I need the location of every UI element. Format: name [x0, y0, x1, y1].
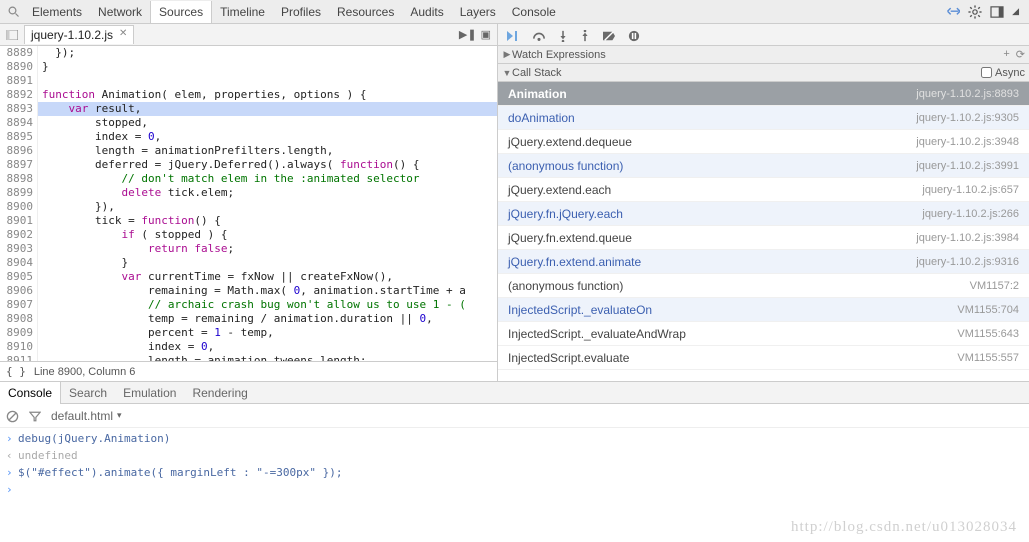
tab-layers[interactable]: Layers [452, 1, 504, 23]
call-stack-frame[interactable]: InjectedScript.evaluateVM1155:557 [498, 346, 1029, 370]
call-stack-frame[interactable]: InjectedScript._evaluateOnVM1155:704 [498, 298, 1029, 322]
debug-pane: ▶ Watch Expressions + ⟳ ▼ Call Stack Asy… [498, 24, 1029, 381]
debug-toolbar [498, 24, 1029, 46]
tab-network[interactable]: Network [90, 1, 150, 23]
async-checkbox[interactable] [981, 67, 992, 78]
expand-icon: ▶ [502, 49, 512, 60]
console-output[interactable]: ›debug(jQuery.Animation)‹undefined›$("#e… [0, 428, 1029, 500]
watch-expressions-header[interactable]: ▶ Watch Expressions + ⟳ [498, 46, 1029, 64]
drawer-tab-console[interactable]: Console [0, 382, 61, 404]
tab-sources[interactable]: Sources [150, 1, 212, 23]
clear-console-icon[interactable] [6, 408, 19, 422]
add-watch-icon[interactable]: + [1003, 48, 1009, 61]
tab-audits[interactable]: Audits [402, 1, 451, 23]
editor-controls: ▶❚ ▣ [459, 28, 495, 41]
drawer-tab-emulation[interactable]: Emulation [115, 382, 184, 404]
close-icon[interactable]: ✕ [119, 28, 127, 42]
call-stack-frame[interactable]: jQuery.fn.extend.queuejquery-1.10.2.js:3… [498, 226, 1029, 250]
show-drawer-icon[interactable] [946, 4, 960, 18]
call-stack-frame[interactable]: jQuery.extend.dequeuejquery-1.10.2.js:39… [498, 130, 1029, 154]
call-stack-frame[interactable]: (anonymous function)VM1157:2 [498, 274, 1029, 298]
drawer-tabs: ConsoleSearchEmulationRendering [0, 382, 1029, 404]
async-toggle[interactable]: Async [981, 67, 1025, 79]
tab-resources[interactable]: Resources [329, 1, 402, 23]
source-pane: jquery-1.10.2.js ✕ ▶❚ ▣ 8889889088918892… [0, 24, 498, 381]
search-icon[interactable] [4, 6, 24, 18]
deactivate-breakpoints-icon[interactable] [602, 27, 616, 42]
context-selector[interactable]: default.html [51, 409, 122, 423]
format-icon[interactable]: ▣ [481, 28, 491, 41]
top-tabbar: ElementsNetworkSourcesTimelineProfilesRe… [0, 0, 1029, 24]
call-stack-frame[interactable]: (anonymous function)jquery-1.10.2.js:399… [498, 154, 1029, 178]
call-stack-header[interactable]: ▼ Call Stack Async [498, 64, 1029, 82]
tab-timeline[interactable]: Timeline [212, 1, 273, 23]
format-button[interactable]: { } [6, 365, 26, 378]
play-pause-icon[interactable]: ▶❚ [459, 28, 477, 41]
collapse-icon: ▼ [502, 68, 512, 78]
tab-profiles[interactable]: Profiles [273, 1, 329, 23]
resume-icon[interactable] [506, 27, 520, 43]
pause-on-exceptions-icon[interactable] [628, 27, 640, 42]
devtools-right-controls: ◢ [946, 4, 1025, 19]
call-stack-frame[interactable]: InjectedScript._evaluateAndWrapVM1155:64… [498, 322, 1029, 346]
tab-console[interactable]: Console [504, 1, 564, 23]
filter-icon[interactable] [29, 409, 41, 423]
console-filter-bar: default.html [0, 404, 1029, 428]
code-editor[interactable]: 8889889088918892889388948895889688978898… [0, 46, 497, 361]
cursor-position: Line 8900, Column 6 [34, 366, 136, 378]
file-tab-name: jquery-1.10.2.js [31, 28, 113, 42]
file-tab[interactable]: jquery-1.10.2.js ✕ [24, 25, 134, 44]
file-tabs: jquery-1.10.2.js ✕ ▶❚ ▣ [0, 24, 497, 46]
step-into-icon[interactable] [558, 27, 568, 42]
gear-icon[interactable] [968, 4, 982, 19]
call-stack-list: Animationjquery-1.10.2.js:8893doAnimatio… [498, 82, 1029, 370]
file-nav-icon[interactable] [2, 28, 22, 42]
drawer-tab-search[interactable]: Search [61, 382, 115, 404]
tab-elements[interactable]: Elements [24, 1, 90, 23]
step-out-icon[interactable] [580, 27, 590, 42]
call-stack-frame[interactable]: jQuery.fn.jQuery.eachjquery-1.10.2.js:26… [498, 202, 1029, 226]
step-over-icon[interactable] [532, 27, 546, 42]
call-stack-frame[interactable]: jQuery.extend.eachjquery-1.10.2.js:657 [498, 178, 1029, 202]
refresh-watch-icon[interactable]: ⟳ [1016, 48, 1025, 61]
drawer-collapse-icon[interactable]: ◢ [1012, 6, 1019, 17]
editor-status-bar: { } Line 8900, Column 6 [0, 361, 497, 381]
drawer-tab-rendering[interactable]: Rendering [184, 382, 255, 404]
call-stack-frame[interactable]: jQuery.fn.extend.animatejquery-1.10.2.js… [498, 250, 1029, 274]
watermark-text: http://blog.csdn.net/u013028034 [791, 519, 1017, 536]
call-stack-frame[interactable]: Animationjquery-1.10.2.js:8893 [498, 82, 1029, 106]
dock-icon[interactable] [990, 4, 1004, 18]
call-stack-frame[interactable]: doAnimationjquery-1.10.2.js:9305 [498, 106, 1029, 130]
